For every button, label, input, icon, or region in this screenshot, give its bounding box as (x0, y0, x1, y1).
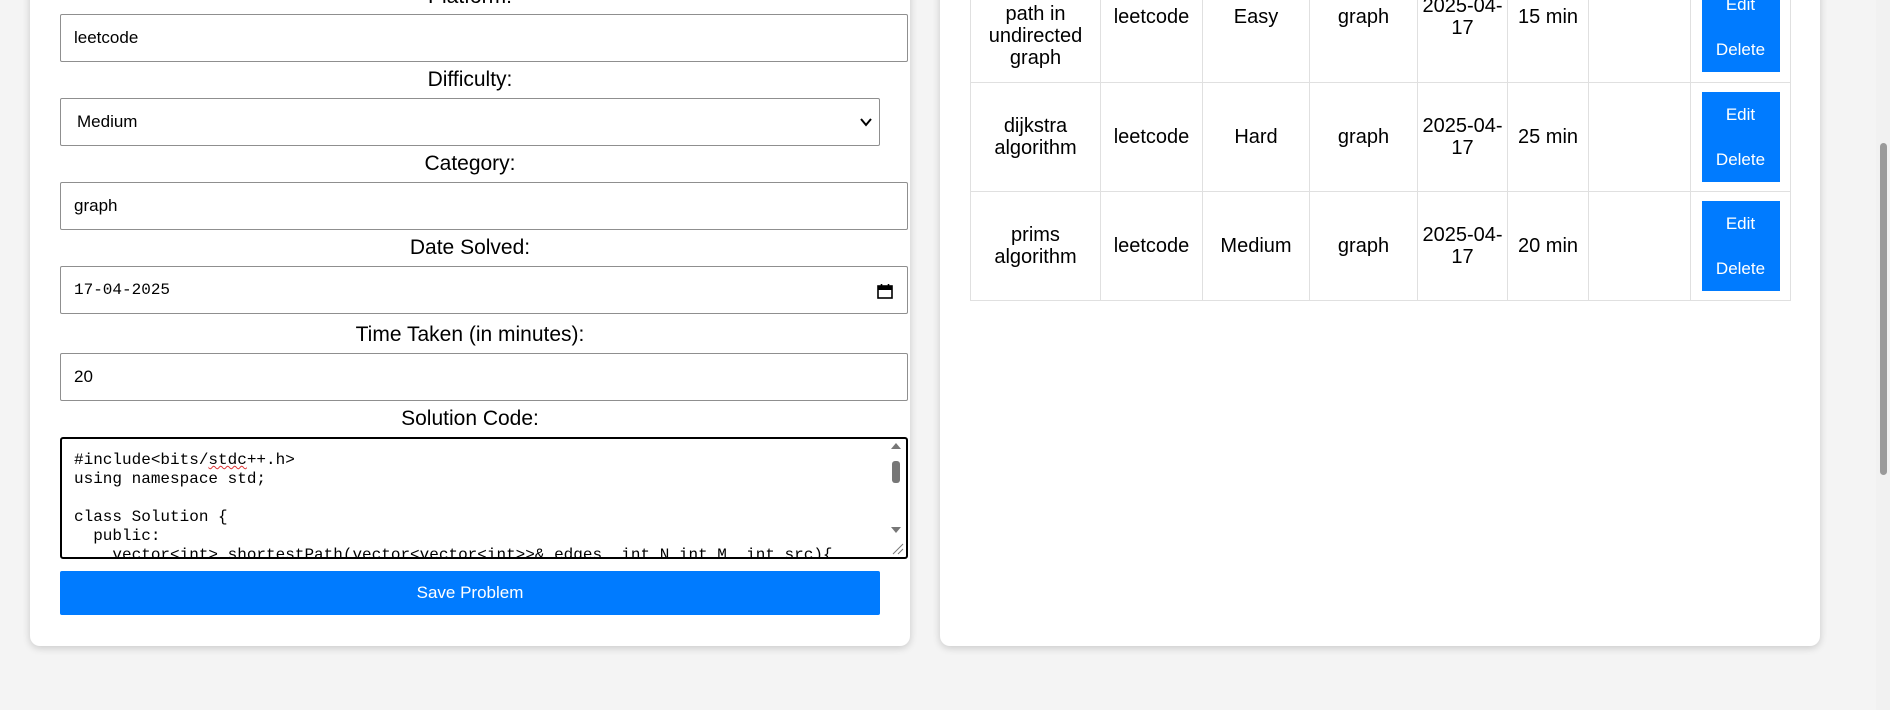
page-scrollbar-thumb[interactable] (1880, 143, 1887, 475)
difficulty-select[interactable]: Medium (60, 98, 880, 146)
date-solved-label: Date Solved: (409, 236, 531, 259)
platform-cell: leetcode (1100, 82, 1203, 192)
problem-name-cell: path in undirected graph (970, 0, 1101, 83)
problems-table: path in undirected graph leetcode Easy g… (970, 0, 1791, 301)
category-label: Category: (424, 152, 516, 175)
category-cell: graph (1309, 82, 1418, 192)
page-scrollbar[interactable] (1876, 0, 1890, 710)
category-cell: graph (1309, 0, 1418, 83)
delete-button[interactable]: Delete (1701, 246, 1780, 291)
date-cell: 2025-04-17 (1417, 0, 1508, 83)
notes-cell (1588, 191, 1691, 301)
platform-cell: leetcode (1100, 0, 1203, 83)
spellcheck-underline: stdc (208, 451, 247, 469)
chevron-down-icon (860, 118, 872, 127)
calendar-icon[interactable] (877, 283, 893, 299)
time-cell: 15 min (1507, 0, 1589, 83)
category-input[interactable]: graph (60, 182, 908, 230)
difficulty-cell: Easy (1202, 0, 1310, 83)
delete-button[interactable]: Delete (1701, 27, 1780, 72)
notes-cell (1588, 82, 1691, 192)
difficulty-selected-value: Medium (77, 112, 138, 131)
problems-table-panel: path in undirected graph leetcode Easy g… (940, 0, 1820, 646)
solution-code-label: Solution Code: (401, 407, 539, 430)
platform-input[interactable]: leetcode (60, 14, 908, 62)
actions-cell: Edit Delete (1690, 0, 1791, 83)
date-value: 17-04-2025 (74, 281, 171, 299)
table-row: dijkstra algorithm leetcode Hard graph 2… (970, 82, 1791, 192)
time-cell: 25 min (1507, 82, 1589, 192)
notes-cell (1588, 0, 1691, 83)
problem-form-panel: Platform: leetcode Difficulty: Medium Ca… (30, 0, 910, 646)
time-taken-input[interactable]: 20 (60, 353, 908, 401)
actions-cell: Edit Delete (1690, 82, 1791, 192)
problem-name-cell: dijkstra algorithm (970, 82, 1101, 192)
difficulty-label: Difficulty: (427, 68, 513, 91)
date-cell: 2025-04-17 (1417, 191, 1508, 301)
resize-handle-icon[interactable] (890, 541, 904, 555)
edit-button[interactable]: Edit (1701, 0, 1780, 27)
platform-label: Platform: (30, 0, 910, 9)
difficulty-cell: Medium (1202, 191, 1310, 301)
difficulty-cell: Hard (1202, 82, 1310, 192)
table-row: prims algorithm leetcode Medium graph 20… (970, 191, 1791, 301)
actions-cell: Edit Delete (1690, 191, 1791, 301)
date-cell: 2025-04-17 (1417, 82, 1508, 192)
problem-name-cell: prims algorithm (970, 191, 1101, 301)
time-cell: 20 min (1507, 191, 1589, 301)
edit-button[interactable]: Edit (1701, 92, 1780, 137)
edit-button[interactable]: Edit (1701, 201, 1780, 246)
date-solved-input[interactable]: 17-04-2025 (60, 266, 908, 314)
delete-button[interactable]: Delete (1701, 137, 1780, 182)
table-row: path in undirected graph leetcode Easy g… (970, 0, 1791, 83)
save-problem-button[interactable]: Save Problem (60, 571, 880, 615)
textarea-scrollbar[interactable] (888, 441, 904, 535)
platform-cell: leetcode (1100, 191, 1203, 301)
category-cell: graph (1309, 191, 1418, 301)
solution-code-textarea[interactable]: #include<bits/stdc++.h> using namespace … (60, 437, 908, 559)
time-taken-label: Time Taken (in minutes): (355, 323, 585, 346)
solution-code-content: #include<bits/stdc++.h> using namespace … (74, 451, 833, 559)
